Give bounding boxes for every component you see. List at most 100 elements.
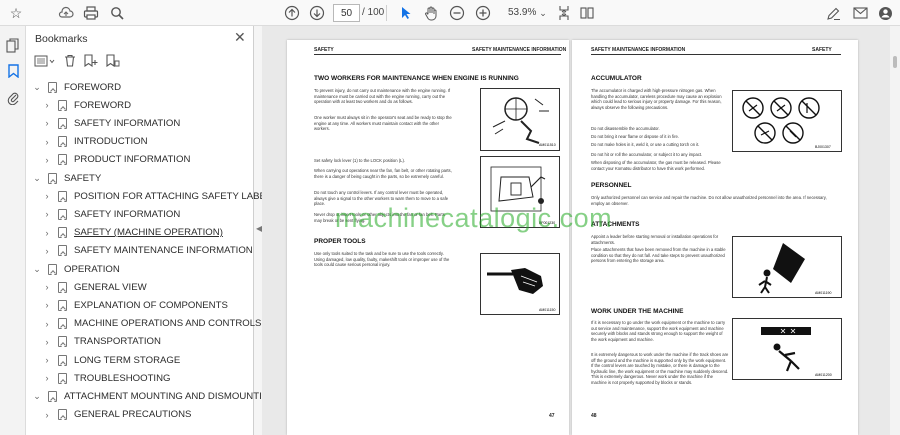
bookmarks-panel-icon[interactable] (4, 62, 22, 80)
chevron-right-icon[interactable]: › (42, 355, 52, 365)
bookmark-item[interactable]: › FOREWORD (42, 96, 131, 114)
add-bookmark-icon[interactable] (84, 54, 98, 70)
fit-page-icon[interactable] (553, 2, 575, 24)
bookmark-item[interactable]: › MACHINE OPERATIONS AND CONTROLS (42, 315, 261, 333)
page-layout-icon[interactable] (576, 2, 598, 24)
svg-text:AM011190: AM011190 (815, 291, 831, 295)
page-header-right: SAFETY (812, 47, 832, 53)
attachments-paperclip-icon[interactable] (4, 88, 22, 106)
bookmark-item[interactable]: › SAFETY INFORMATION (42, 205, 180, 223)
bookmark-label: SAFETY MAINTENANCE INFORMATION (74, 245, 253, 257)
bullet-item: Set safety lock lever (1) to the LOCK po… (314, 158, 406, 163)
paragraph: Use only tools suited to the task and be… (314, 251, 450, 268)
fill-sign-pen-icon[interactable] (822, 2, 844, 24)
figure-operator-seat: AM011510 (480, 88, 560, 151)
section-heading: PERSONNEL (591, 182, 632, 189)
bookmark-label: SAFETY INFORMATION (74, 208, 181, 220)
page-thumbnails-icon[interactable] (4, 36, 22, 54)
bookmark-item[interactable]: › SAFETY INFORMATION (42, 114, 180, 132)
bookmark-icon (58, 299, 67, 311)
chevron-right-icon[interactable]: › (42, 191, 52, 201)
chevron-right-icon[interactable]: › (42, 118, 52, 128)
chevron-right-icon[interactable]: › (42, 246, 52, 256)
bookmark-item[interactable]: › SAFETY (MACHINE OPERATION) (42, 224, 223, 242)
bookmark-item[interactable]: › PRODUCT INFORMATION (42, 151, 190, 169)
bookmark-icon (58, 99, 67, 111)
paragraph: The accumulator is charged with high-pre… (591, 88, 722, 110)
bookmark-star-icon[interactable]: ☆ (5, 2, 27, 24)
bookmark-item[interactable]: ⌄ OPERATION (32, 260, 120, 278)
chevron-down-icon[interactable]: ⌄ (32, 391, 42, 402)
chevron-down-icon[interactable]: ⌄ (32, 264, 42, 275)
bookmark-item[interactable]: › SAFETY MAINTENANCE INFORMATION (42, 242, 253, 260)
page-number-input[interactable]: 50 (333, 4, 360, 22)
watermark-text: machinecatalogic.com (335, 203, 613, 233)
account-user-icon[interactable] (874, 2, 896, 24)
delete-bookmark-icon[interactable] (64, 54, 76, 70)
bookmark-item[interactable]: › POSITION FOR ATTACHING SAFETY LABELS (42, 187, 278, 205)
svg-text:AM011200: AM011200 (815, 373, 832, 377)
bookmark-options-icon[interactable] (34, 55, 56, 70)
print-icon[interactable] (80, 2, 102, 24)
figure-attachments: AM011190 (732, 236, 842, 298)
bullet-item: Do not bring it near flame or dispose of… (591, 134, 679, 139)
page-header-left: SAFETY (314, 47, 334, 53)
chevron-right-icon[interactable]: › (42, 282, 52, 292)
bookmarks-panel: Bookmarks ✕ ⌄ FOREWORD › FOREWORD › SAFETY IN… (26, 26, 278, 435)
zoom-out-icon[interactable] (446, 2, 468, 24)
chevron-right-icon[interactable]: › (42, 319, 52, 329)
chevron-right-icon[interactable]: › (42, 300, 52, 310)
bookmark-item[interactable]: › LONG TERM STORAGE (42, 351, 180, 369)
bookmark-label: TRANSPORTATION (74, 336, 161, 348)
chevron-right-icon[interactable]: › (42, 137, 52, 147)
search-icon[interactable] (106, 2, 128, 24)
bookmark-item[interactable]: › EXPLANATION OF COMPONENTS (42, 296, 228, 314)
section-heading: ACCUMULATOR (591, 75, 642, 82)
tag-bookmark-icon[interactable] (106, 54, 120, 70)
bullet-item: If it is necessary to go under the work … (591, 320, 726, 342)
chevron-right-icon[interactable]: › (42, 228, 52, 238)
page-number: 48 (591, 413, 597, 419)
bookmark-item[interactable]: › INTRODUCTION (42, 133, 148, 151)
share-email-icon[interactable] (849, 2, 871, 24)
next-page-icon[interactable] (306, 2, 328, 24)
close-icon[interactable]: ✕ (234, 29, 246, 46)
select-cursor-icon[interactable] (395, 2, 417, 24)
figure-proper-tools: AM011150 (480, 253, 560, 315)
bookmark-item[interactable]: ⌄ ATTACHMENT MOUNTING AND DISMOUNTING (32, 387, 276, 405)
svg-text:AM011150: AM011150 (539, 308, 555, 312)
bookmark-item[interactable]: › GENERAL PRECAUTIONS (42, 406, 191, 424)
scroll-thumb[interactable] (893, 56, 897, 68)
bookmark-icon (58, 227, 67, 239)
section-heading: WORK UNDER THE MACHINE (591, 308, 684, 315)
zoom-dropdown-chevron-icon[interactable]: ⌄ (532, 2, 554, 24)
bookmark-icon (48, 390, 57, 402)
bullet-item: Do not hit or roll the accumulator, or s… (591, 152, 703, 157)
chevron-right-icon[interactable]: › (42, 337, 52, 347)
section-heading: PROPER TOOLS (314, 238, 366, 245)
bookmark-label: EXPLANATION OF COMPONENTS (74, 299, 228, 311)
chevron-down-icon[interactable]: ⌄ (32, 173, 42, 184)
bookmark-icon (58, 136, 67, 148)
bookmark-label: ATTACHMENT MOUNTING AND DISMOUNTING (64, 390, 277, 402)
previous-page-icon[interactable] (281, 2, 303, 24)
chevron-right-icon[interactable]: › (42, 410, 52, 420)
chevron-down-icon[interactable]: ⌄ (32, 82, 42, 93)
bookmark-icon (58, 318, 67, 330)
bookmark-icon (58, 208, 67, 220)
bookmark-item[interactable]: ⌄ FOREWORD (32, 78, 121, 96)
bookmark-label: SAFETY (MACHINE OPERATION) (74, 227, 223, 239)
bookmark-item[interactable]: › TROUBLESHOOTING (42, 369, 170, 387)
chevron-right-icon[interactable]: › (42, 373, 52, 383)
chevron-right-icon[interactable]: › (42, 155, 52, 165)
cloud-upload-icon[interactable] (55, 2, 77, 24)
bookmark-item[interactable]: › GENERAL VIEW (42, 278, 147, 296)
page-47: SAFETY SAFETY MAINTENANCE INFORMATION TW… (287, 40, 569, 435)
hand-tool-icon[interactable] (420, 2, 442, 24)
bookmark-item[interactable]: › TRANSPORTATION (42, 333, 161, 351)
zoom-in-icon[interactable] (472, 2, 494, 24)
document-scrollbar[interactable] (890, 26, 900, 435)
chevron-right-icon[interactable]: › (42, 209, 52, 219)
bookmark-item[interactable]: ⌄ SAFETY (32, 169, 101, 187)
chevron-right-icon[interactable]: › (42, 100, 52, 110)
